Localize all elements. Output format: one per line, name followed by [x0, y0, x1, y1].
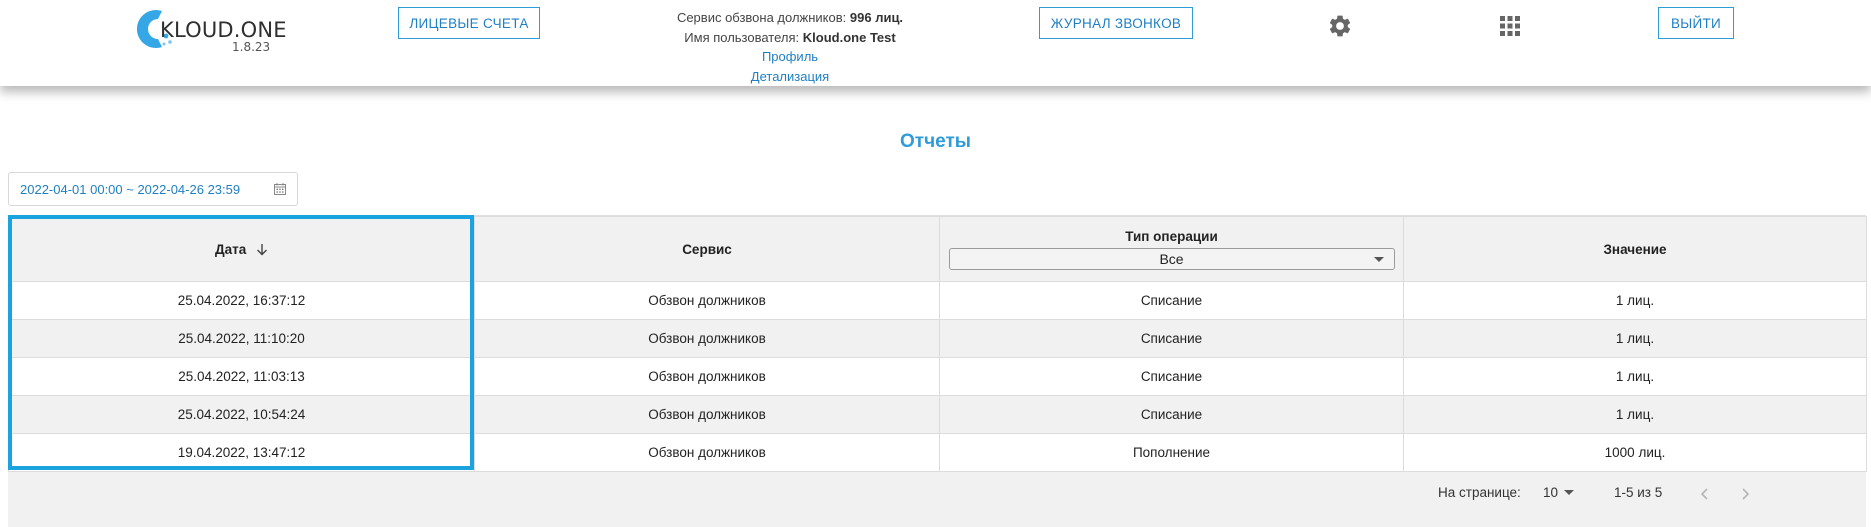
gear-icon[interactable] [1327, 13, 1353, 39]
user-name-label: Имя пользователя: [684, 29, 800, 45]
pagination-range: 1-5 из 5 [1614, 485, 1663, 500]
cell-operation: Списание [939, 319, 1404, 358]
cell-service: Обзвон должников [474, 395, 940, 434]
table-row: 25.04.2022, 16:37:12 Обзвон должников Сп… [8, 281, 1867, 320]
cell-operation: Списание [939, 357, 1404, 396]
calendar-icon [274, 183, 286, 195]
cell-operation: Пополнение [939, 433, 1404, 472]
column-header-operation: Тип операции Все [939, 216, 1404, 282]
logout-button[interactable]: ВЫЙТИ [1658, 7, 1734, 39]
column-header-value: Значение [1403, 216, 1867, 282]
kloud-one-logo[interactable]: KLOUD.ONE 1.8.23 [136, 4, 287, 54]
date-range-value: 2022-04-01 00:00 ~ 2022-04-26 23:59 [20, 181, 241, 197]
cell-operation: Списание [939, 281, 1404, 320]
service-balance-label: Сервис обзвона должников: [676, 10, 847, 25]
operation-type-filter-value: Все [1159, 250, 1184, 267]
accounts-button[interactable]: ЛИЦЕВЫЕ СЧЕТА [398, 7, 540, 39]
logo-text: KLOUD.ONE [160, 18, 287, 42]
cell-value: 1000 лиц. [1403, 433, 1867, 472]
cell-operation: Списание [939, 395, 1404, 434]
reports-table-container: Дата Сервис Тип операции Все Значение 25… [8, 215, 1867, 527]
operation-type-filter[interactable]: Все [948, 247, 1395, 270]
reports-table: Дата Сервис Тип операции Все Значение 25… [8, 216, 1867, 472]
rows-per-page-label: На странице: [1438, 485, 1521, 500]
column-header-service: Сервис [474, 216, 940, 282]
date-range-picker[interactable]: 2022-04-01 00:00 ~ 2022-04-26 23:59 [8, 172, 298, 206]
table-row: 19.04.2022, 13:47:12 Обзвон должников По… [8, 433, 1867, 472]
call-log-button[interactable]: ЖУРНАЛ ЗВОНКОВ [1039, 7, 1193, 39]
user-name: Имя пользователя: Kloud.one Test [590, 28, 990, 48]
grid-apps-icon[interactable] [1499, 15, 1521, 37]
cell-value: 1 лиц. [1403, 357, 1867, 396]
service-balance-value: 996 лиц. [849, 10, 904, 25]
top-header: KLOUD.ONE 1.8.23 ЛИЦЕВЫЕ СЧЕТА Сервис об… [0, 0, 1871, 86]
details-link[interactable]: Детализация [751, 69, 829, 84]
rows-per-page-select[interactable]: 10 [1543, 485, 1575, 500]
sort-down-icon[interactable] [256, 243, 268, 256]
column-header-date-label: Дата [214, 241, 247, 257]
rows-per-page-value: 10 [1543, 485, 1559, 500]
cell-date: 25.04.2022, 11:10:20 [8, 319, 475, 358]
prev-page-icon[interactable] [1698, 487, 1712, 501]
cell-value: 1 лиц. [1403, 281, 1867, 320]
account-info: Сервис обзвона должников: 996 лиц. Имя п… [590, 8, 990, 86]
service-balance: Сервис обзвона должников: 996 лиц. [590, 8, 990, 28]
chevron-down-icon [1373, 256, 1384, 262]
cell-service: Обзвон должников [474, 433, 940, 472]
table-row: 25.04.2022, 10:54:24 Обзвон должников Сп… [8, 395, 1867, 434]
cell-value: 1 лиц. [1403, 319, 1867, 358]
table-row: 25.04.2022, 11:10:20 Обзвон должников Сп… [8, 319, 1867, 358]
column-header-date[interactable]: Дата [8, 216, 475, 282]
profile-link[interactable]: Профиль [762, 49, 818, 64]
app-version: 1.8.23 [232, 40, 271, 54]
cell-date: 19.04.2022, 13:47:12 [8, 433, 475, 472]
cell-date: 25.04.2022, 16:37:12 [8, 281, 475, 320]
cell-date: 25.04.2022, 10:54:24 [8, 395, 475, 434]
page-title: Отчеты [900, 131, 971, 152]
cell-value: 1 лиц. [1403, 395, 1867, 434]
cell-date: 25.04.2022, 11:03:13 [8, 357, 475, 396]
user-name-value: Kloud.one Test [802, 29, 896, 45]
column-header-operation-label: Тип операции [1125, 228, 1218, 244]
next-page-icon[interactable] [1738, 487, 1752, 501]
cell-service: Обзвон должников [474, 357, 940, 396]
chevron-down-icon [1564, 490, 1575, 495]
table-row: 25.04.2022, 11:03:13 Обзвон должников Сп… [8, 357, 1867, 396]
cell-service: Обзвон должников [474, 319, 940, 358]
cell-service: Обзвон должников [474, 281, 940, 320]
